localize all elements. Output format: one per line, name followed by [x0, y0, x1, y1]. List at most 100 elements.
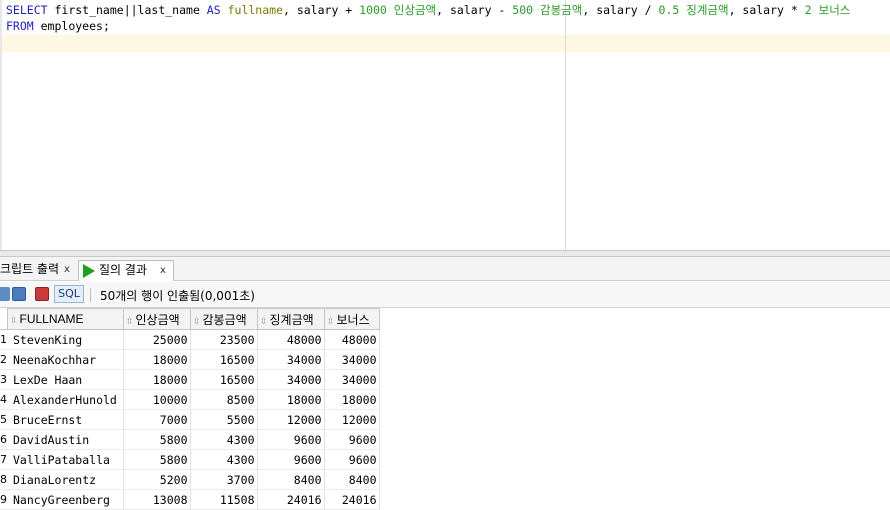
table-row[interactable]: 2 NeenaKochhar 18000 16500 34000 34000: [0, 349, 380, 370]
cell-raise[interactable]: 5200: [123, 469, 191, 490]
cell-fullname[interactable]: BruceErnst: [7, 409, 124, 430]
cell-cut[interactable]: 16500: [190, 349, 258, 370]
cell-penalty[interactable]: 9600: [257, 429, 325, 450]
table-row[interactable]: 3 LexDe Haan 18000 16500 34000 34000: [0, 369, 380, 390]
cell-bonus[interactable]: 34000: [324, 349, 380, 370]
row-number[interactable]: 1: [0, 329, 7, 350]
sort-icon[interactable]: ⇳: [191, 316, 203, 327]
sort-icon[interactable]: ⇳: [325, 316, 337, 327]
cell-penalty[interactable]: 34000: [257, 349, 325, 370]
table-row[interactable]: 6 DavidAustin 5800 4300 9600 9600: [0, 429, 380, 450]
sql-token: SELECT: [6, 3, 48, 17]
cell-bonus[interactable]: 34000: [324, 369, 380, 390]
column-header-penalty[interactable]: ⇳ 징계금액: [256, 308, 325, 330]
cell-fullname[interactable]: DavidAustin: [7, 429, 124, 450]
tab-script-output[interactable]: 크립트 출력 x: [0, 260, 76, 281]
sql-editor[interactable]: SELECT first_name||last_name AS fullname…: [0, 0, 890, 250]
cell-fullname[interactable]: LexDe Haan: [7, 369, 124, 390]
cell-cut[interactable]: 23500: [190, 329, 258, 350]
cell-raise[interactable]: 7000: [123, 409, 191, 430]
row-number[interactable]: 9: [0, 489, 7, 510]
cell-bonus[interactable]: 9600: [324, 429, 380, 450]
cell-cut[interactable]: 11508: [190, 489, 258, 510]
cell-cut[interactable]: 4300: [190, 449, 258, 470]
row-number[interactable]: 3: [0, 369, 7, 390]
column-header-label: 보너스: [336, 312, 370, 327]
row-number[interactable]: 5: [0, 409, 7, 430]
cancel-icon[interactable]: [35, 287, 49, 301]
cell-cut[interactable]: 3700: [190, 469, 258, 490]
cell-bonus[interactable]: 8400: [324, 469, 380, 490]
row-number[interactable]: 4: [0, 389, 7, 410]
table-row[interactable]: 4 AlexanderHunold 10000 8500 18000 18000: [0, 389, 380, 410]
cell-raise[interactable]: 18000: [123, 369, 191, 390]
cell-cut[interactable]: 5500: [190, 409, 258, 430]
toolbar-separator: [90, 288, 91, 302]
run-icon: [83, 264, 95, 278]
cell-fullname[interactable]: ValliPataballa: [7, 449, 124, 470]
sort-icon[interactable]: ⇳: [8, 315, 20, 326]
sql-token: , salary *: [728, 3, 805, 17]
pin-icon[interactable]: [0, 287, 10, 301]
sql-button[interactable]: SQL: [54, 285, 84, 303]
cell-penalty[interactable]: 34000: [257, 369, 325, 390]
column-header-cut[interactable]: ⇳ 감봉금액: [189, 308, 258, 330]
cell-bonus[interactable]: 18000: [324, 389, 380, 410]
cell-penalty[interactable]: 18000: [257, 389, 325, 410]
refresh-icon[interactable]: [12, 287, 26, 301]
cell-cut[interactable]: 16500: [190, 369, 258, 390]
cell-fullname[interactable]: AlexanderHunold: [7, 389, 124, 410]
cell-penalty[interactable]: 9600: [257, 449, 325, 470]
table-row[interactable]: 5 BruceErnst 7000 5500 12000 12000: [0, 409, 380, 430]
cell-bonus[interactable]: 48000: [324, 329, 380, 350]
sort-icon[interactable]: ⇳: [124, 316, 136, 327]
sql-line-2[interactable]: FROM employees;: [6, 18, 110, 35]
sql-token: FROM: [6, 19, 34, 33]
cell-raise[interactable]: 5800: [123, 429, 191, 450]
column-header-label: 감봉금액: [202, 312, 247, 327]
tab-query-result[interactable]: 질의 결과 x: [78, 260, 174, 281]
row-number[interactable]: 7: [0, 449, 7, 470]
cell-fullname[interactable]: DianaLorentz: [7, 469, 124, 490]
cell-penalty[interactable]: 48000: [257, 329, 325, 350]
cell-penalty[interactable]: 8400: [257, 469, 325, 490]
table-row[interactable]: 8 DianaLorentz 5200 3700 8400 8400: [0, 469, 380, 490]
cell-penalty[interactable]: 24016: [257, 489, 325, 510]
sort-icon[interactable]: ⇳: [258, 316, 270, 327]
cell-raise[interactable]: 13008: [123, 489, 191, 510]
row-number[interactable]: 8: [0, 469, 7, 490]
cell-fullname[interactable]: NeenaKochhar: [7, 349, 124, 370]
cell-fullname[interactable]: StevenKing: [7, 329, 124, 350]
cell-bonus[interactable]: 9600: [324, 449, 380, 470]
sql-token: 1000: [359, 3, 387, 17]
cell-raise[interactable]: 25000: [123, 329, 191, 350]
column-header-raise[interactable]: ⇳ 인상금액: [122, 308, 191, 330]
tab-script-output-label: 크립트 출력: [0, 262, 60, 276]
table-row[interactable]: 9 NancyGreenberg 13008 11508 24016 24016: [0, 489, 380, 510]
close-icon[interactable]: x: [64, 260, 70, 279]
cell-raise[interactable]: 18000: [123, 349, 191, 370]
cell-raise[interactable]: 5800: [123, 449, 191, 470]
cell-cut[interactable]: 4300: [190, 429, 258, 450]
table-row[interactable]: 1 StevenKing 25000 23500 48000 48000: [0, 329, 380, 350]
editor-right-margin-line: [565, 0, 566, 250]
cell-penalty[interactable]: 12000: [257, 409, 325, 430]
current-line-highlight: [0, 35, 890, 52]
table-row[interactable]: 7 ValliPataballa 5800 4300 9600 9600: [0, 449, 380, 470]
column-header-bonus[interactable]: ⇳ 보너스: [323, 308, 380, 330]
cell-fullname[interactable]: NancyGreenberg: [7, 489, 124, 510]
tab-query-result-label: 질의 결과: [99, 263, 147, 277]
cell-cut[interactable]: 8500: [190, 389, 258, 410]
cell-raise[interactable]: 10000: [123, 389, 191, 410]
cell-bonus[interactable]: 12000: [324, 409, 380, 430]
row-number[interactable]: 2: [0, 349, 7, 370]
sql-line-1[interactable]: SELECT first_name||last_name AS fullname…: [6, 2, 850, 19]
cell-bonus[interactable]: 24016: [324, 489, 380, 510]
close-icon[interactable]: x: [160, 261, 166, 280]
row-number[interactable]: 6: [0, 429, 7, 450]
panel-splitter[interactable]: [0, 250, 890, 257]
sql-token: 500: [512, 3, 534, 17]
column-header-fullname[interactable]: ⇳ FULLNAME: [6, 308, 124, 330]
